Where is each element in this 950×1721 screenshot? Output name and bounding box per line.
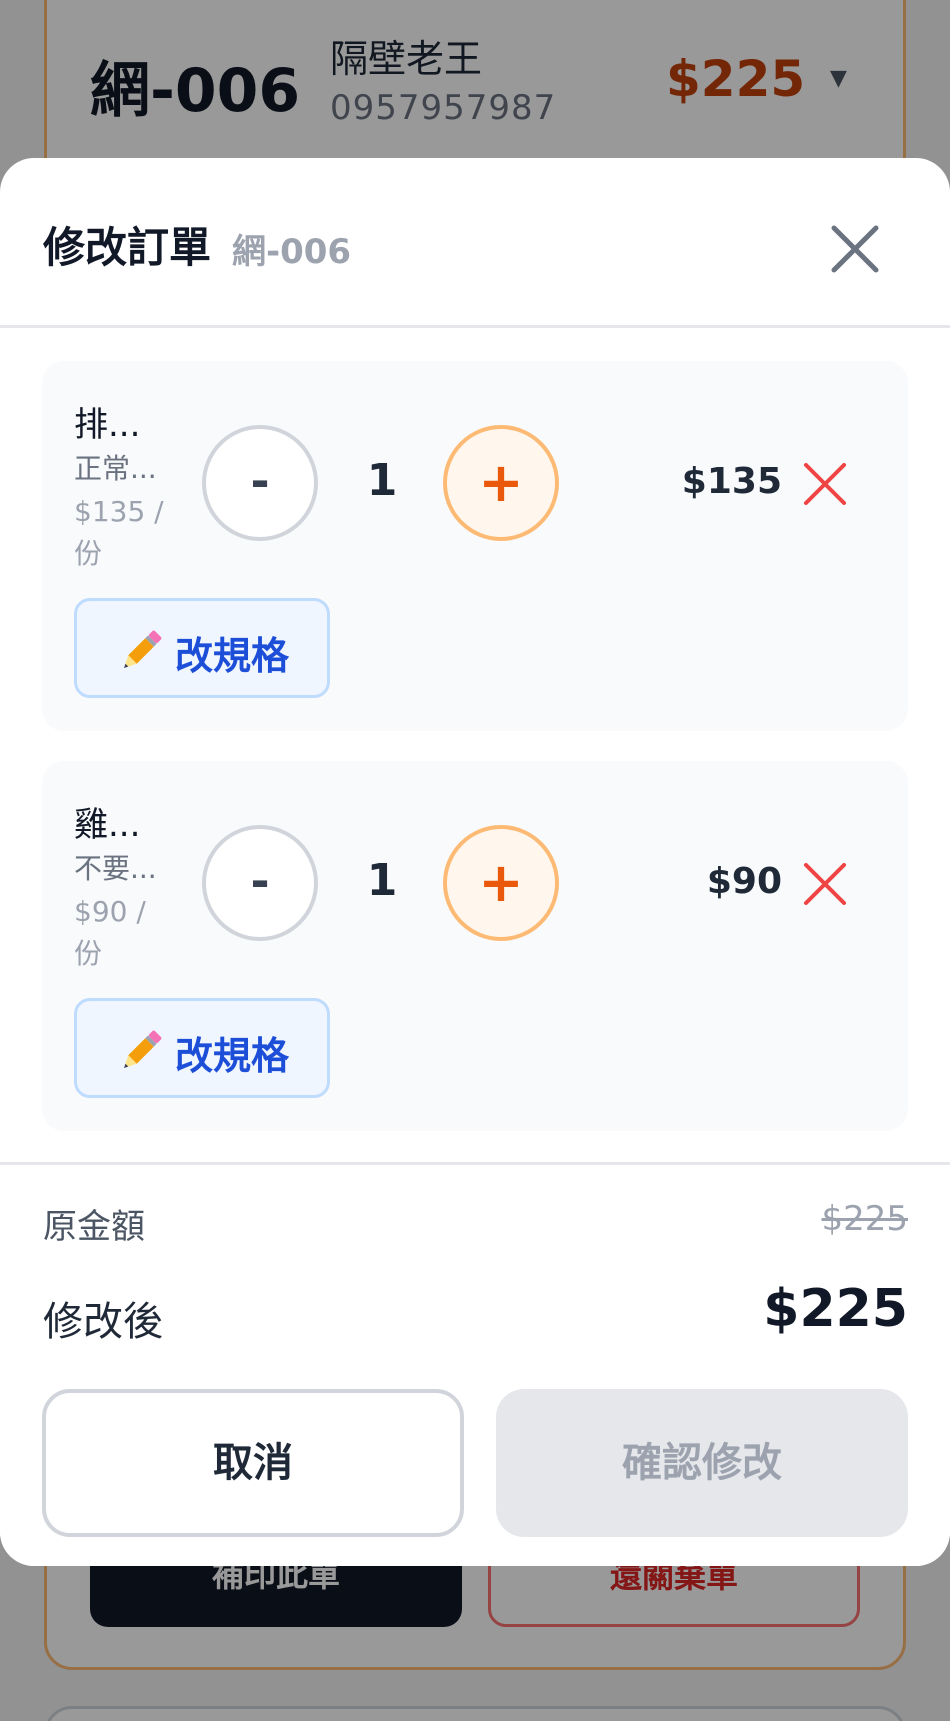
modal-title: 修改訂單 (43, 223, 212, 272)
close-icon (831, 225, 879, 273)
remove-item-button[interactable] (802, 861, 848, 907)
item-quantity: 1 (366, 455, 398, 506)
increase-qty-button[interactable]: + (443, 425, 559, 541)
item-name: 排... (74, 405, 141, 445)
pencil-icon (124, 630, 162, 668)
item-option: 正常... (74, 452, 157, 485)
decrease-qty-button[interactable]: - (202, 425, 318, 541)
x-icon (804, 463, 846, 505)
minus-label: - (250, 854, 270, 908)
x-icon (804, 863, 846, 905)
close-button[interactable] (820, 214, 890, 284)
order-item: 雞... 不要... $90 / 份 - 1 + $90 改規格 (42, 761, 908, 1131)
item-quantity: 1 (366, 855, 398, 906)
remove-item-button[interactable] (802, 461, 848, 507)
change-spec-button[interactable]: 改規格 (74, 598, 330, 698)
pencil-icon (124, 1030, 162, 1068)
modal-order-number: 網-006 (232, 232, 352, 272)
decrease-qty-button[interactable]: - (202, 825, 318, 941)
change-spec-button[interactable]: 改規格 (74, 998, 330, 1098)
new-amount-value: $225 (763, 1279, 908, 1339)
item-total: $90 (706, 861, 782, 902)
item-unit-price: $135 / 份 (74, 495, 164, 570)
plus-label: + (478, 451, 524, 514)
original-amount-label: 原金額 (43, 1207, 145, 1247)
edit-order-modal: 修改訂單 網-006 排... 正常... $135 / 份 - 1 + $13… (0, 158, 950, 1566)
cancel-button[interactable]: 取消 (42, 1389, 464, 1537)
modal-footer: 原金額 $225 修改後 $225 取消 確認修改 (0, 1162, 950, 1566)
item-unit-price: $90 / 份 (74, 895, 146, 970)
increase-qty-button[interactable]: + (443, 825, 559, 941)
plus-label: + (478, 851, 524, 914)
modal-header: 修改訂單 網-006 (0, 158, 950, 328)
item-name: 雞... (74, 805, 141, 845)
item-total: $135 (681, 461, 782, 502)
new-amount-label: 修改後 (43, 1299, 163, 1345)
confirm-edit-button[interactable]: 確認修改 (496, 1389, 908, 1537)
change-spec-label: 改規格 (175, 1034, 290, 1078)
change-spec-label: 改規格 (175, 634, 290, 678)
order-item: 排... 正常... $135 / 份 - 1 + $135 改規格 (42, 361, 908, 731)
item-option: 不要... (74, 852, 157, 885)
original-amount-value: $225 (821, 1199, 908, 1239)
minus-label: - (250, 454, 270, 508)
